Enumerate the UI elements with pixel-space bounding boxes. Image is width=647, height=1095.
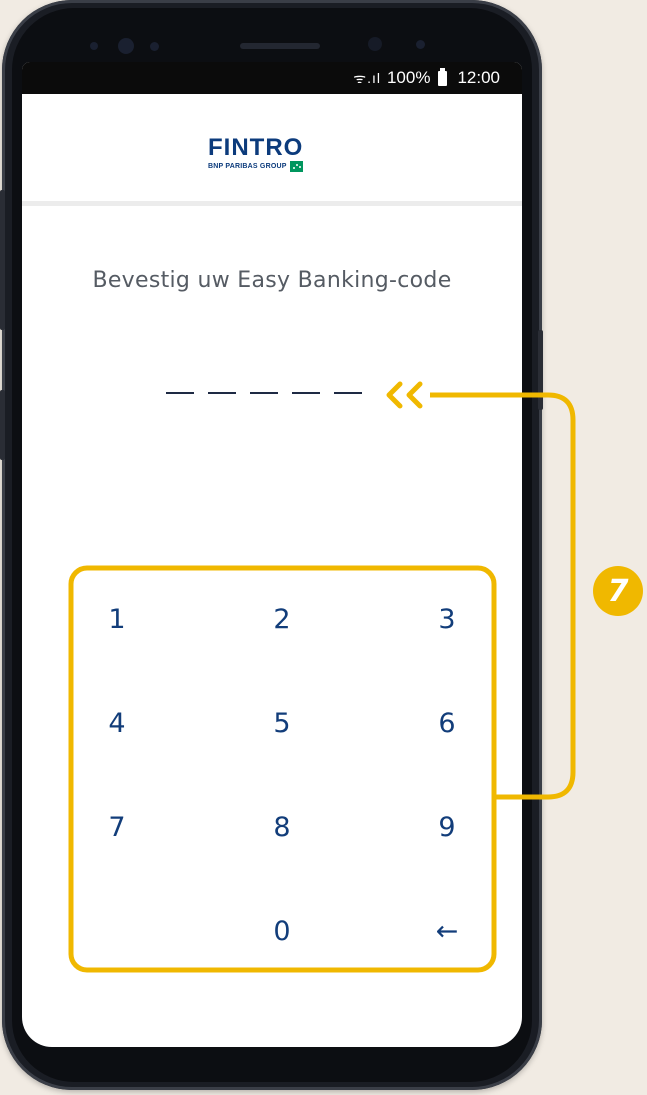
key-5[interactable]: 5: [237, 688, 327, 758]
numeric-keypad: 1 2 3 4 5 6 7 8 9 0 ←: [72, 574, 492, 994]
earpiece-speaker: [240, 43, 320, 49]
battery-icon: [438, 67, 448, 86]
key-3[interactable]: 3: [402, 584, 492, 654]
key-9[interactable]: 9: [402, 792, 492, 862]
bixby-button: [0, 390, 5, 460]
pin-slot: [292, 392, 320, 394]
camera-sensor: [118, 38, 134, 54]
key-1[interactable]: 1: [72, 584, 162, 654]
volume-button: [0, 190, 5, 330]
status-bar: ᯤ.ıl 100% 12:00: [22, 62, 522, 94]
signal-icon: ᯤ.ıl: [353, 69, 381, 86]
iris-sensor: [416, 40, 425, 49]
key-0[interactable]: 0: [237, 896, 327, 966]
logo-subtitle: BNP PARIBAS GROUP: [208, 163, 287, 170]
battery-percentage: 100%: [386, 68, 431, 87]
logo-subline: BNP PARIBAS GROUP: [208, 161, 338, 172]
front-camera: [368, 37, 382, 51]
pin-slot: [166, 392, 194, 394]
key-6[interactable]: 6: [402, 688, 492, 758]
logo-wordmark: FINTRO: [208, 134, 304, 161]
pin-slot: [334, 392, 362, 394]
pin-indicator: [166, 392, 362, 394]
power-button: [538, 330, 543, 410]
clock: 12:00: [457, 68, 500, 87]
app-header: FINTRO BNP PARIBAS GROUP: [22, 94, 522, 206]
bnp-stars-icon: [289, 161, 303, 172]
key-8[interactable]: 8: [237, 792, 327, 862]
proximity-sensor: [150, 42, 159, 51]
light-sensor: [90, 42, 98, 50]
callout-badge: 7: [593, 566, 643, 616]
pin-slot: [250, 392, 278, 394]
page-title: Bevestig uw Easy Banking-code: [92, 268, 452, 293]
key-2[interactable]: 2: [237, 584, 327, 654]
backspace-key[interactable]: ←: [402, 896, 492, 966]
fintro-logo: FINTRO BNP PARIBAS GROUP: [208, 136, 338, 172]
key-4[interactable]: 4: [72, 688, 162, 758]
screen: ᯤ.ıl 100% 12:00 FINTRO BNP PARIBAS GROUP…: [22, 62, 522, 1047]
pin-slot: [208, 392, 236, 394]
stage: ᯤ.ıl 100% 12:00 FINTRO BNP PARIBAS GROUP…: [0, 0, 647, 1095]
key-7[interactable]: 7: [72, 792, 162, 862]
